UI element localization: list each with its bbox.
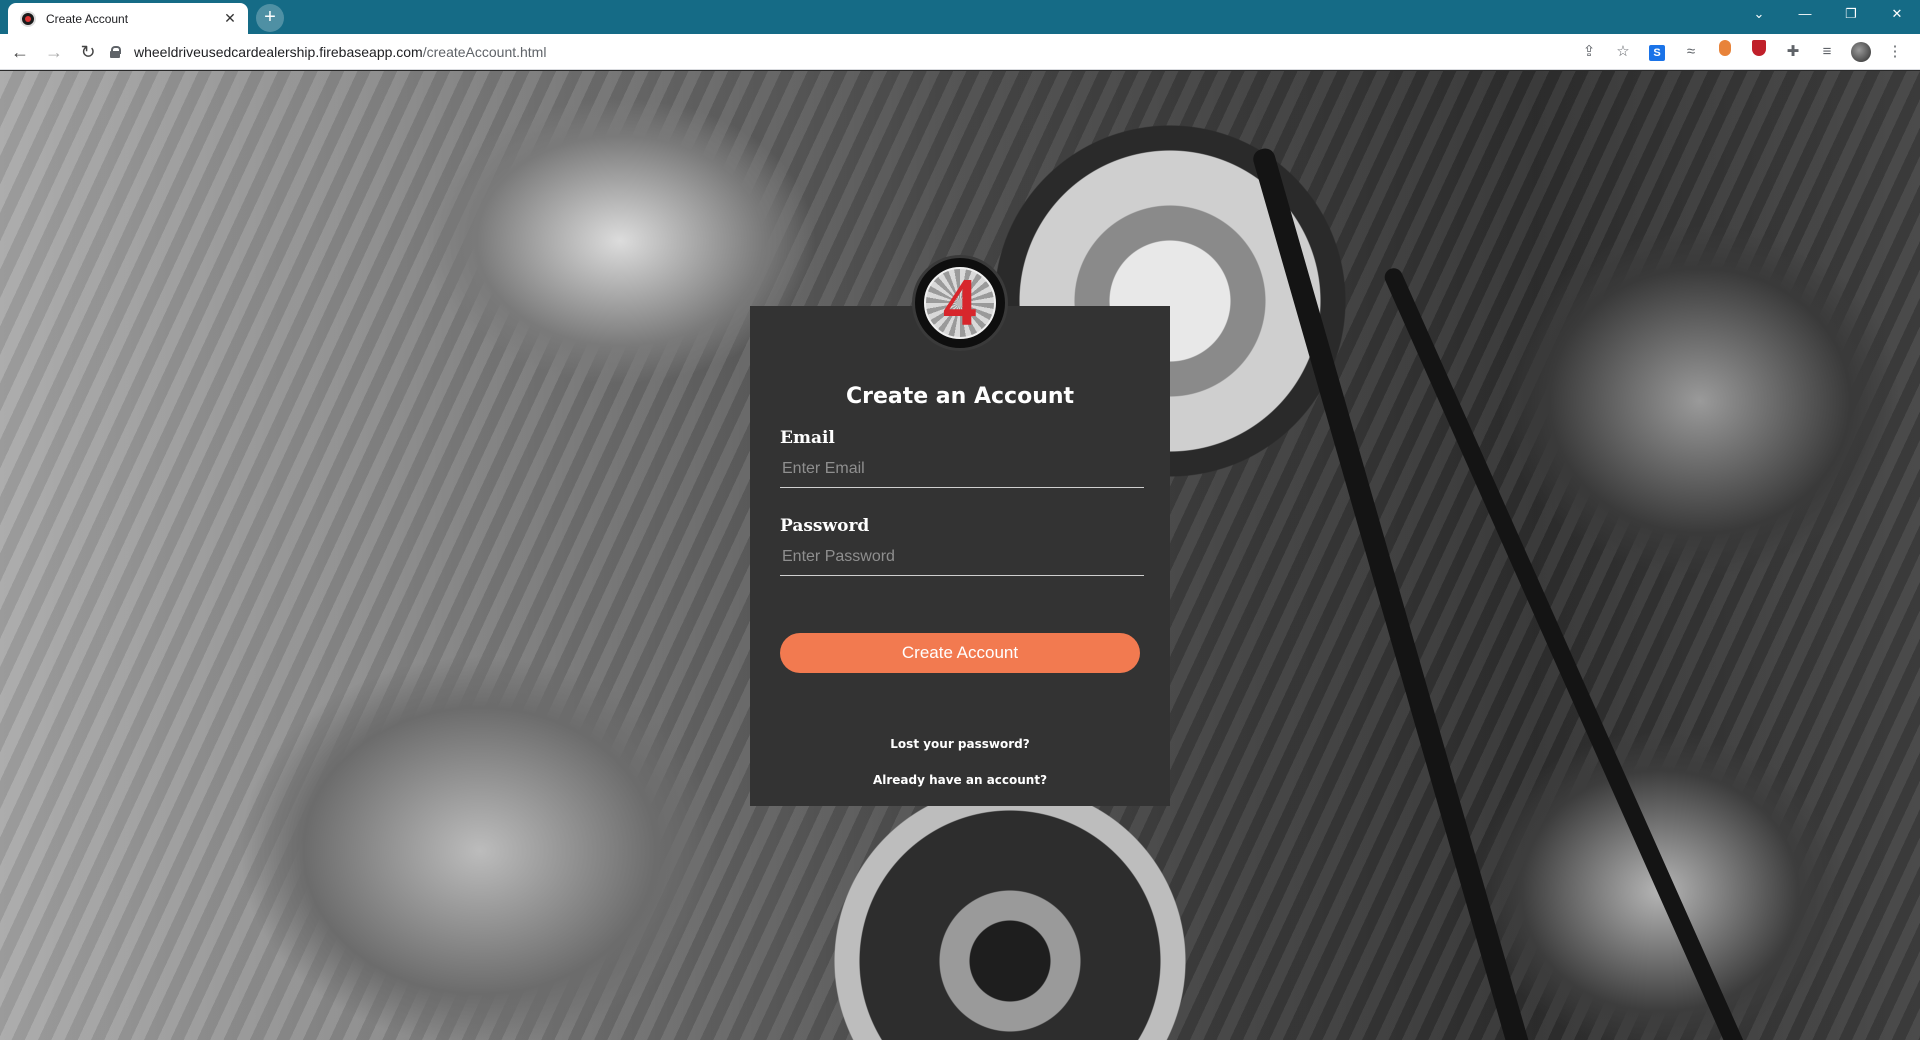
email-label: Email [780,428,835,448]
password-label: Password [780,516,870,536]
close-window-button[interactable]: ✕ [1874,0,1920,28]
logo-number: 4 [943,264,977,340]
new-tab-button[interactable]: + [256,4,284,32]
tab-title: Create Account [46,11,129,26]
tab-strip: Create Account ✕ + ⌄ — ❐ ✕ [0,0,1920,34]
extension-orange-icon[interactable] [1708,38,1742,66]
browser-toolbar: ← → ↻ wheeldriveusedcardealership.fireba… [0,34,1920,70]
address-bar[interactable]: wheeldriveusedcardealership.firebaseapp.… [110,38,1580,66]
site-favicon-icon [20,10,36,27]
share-icon[interactable]: ⇪ [1572,38,1606,66]
create-account-button[interactable]: Create Account [780,633,1140,673]
lost-password-link[interactable]: Lost your password? [750,737,1170,751]
create-account-card: Create an Account Email Password Create … [750,306,1170,806]
profile-avatar[interactable] [1844,38,1878,66]
restore-button[interactable]: ❐ [1828,0,1874,28]
url-host: wheeldriveusedcardealership.firebaseapp.… [134,44,423,60]
minimize-button[interactable]: — [1782,0,1828,28]
lock-icon[interactable] [110,46,121,58]
extension-shield-icon[interactable] [1742,38,1776,66]
password-field[interactable] [780,538,1144,576]
browser-tab[interactable]: Create Account ✕ [8,3,248,34]
engine-belt-graphic [1381,265,1757,1040]
menu-kebab-icon[interactable]: ⋮ [1878,38,1912,66]
extension-bird-icon[interactable]: ≈ [1674,38,1708,66]
already-have-account-link[interactable]: Already have an account? [750,773,1170,787]
window-controls: ⌄ — ❐ ✕ [1736,0,1920,28]
close-tab-icon[interactable]: ✕ [222,10,238,27]
tab-search-icon[interactable]: ⌄ [1736,0,1782,28]
dealership-logo: 4 [912,255,1008,351]
bookmark-star-icon[interactable]: ☆ [1606,38,1640,66]
form-title: Create an Account [845,384,1075,409]
email-field[interactable] [780,450,1144,488]
reading-list-icon[interactable]: ≡ [1810,38,1844,66]
toolbar-actions: ⇪ ☆ S ≈ ✚ ≡ ⋮ [1572,38,1912,66]
extensions-puzzle-icon[interactable]: ✚ [1776,38,1810,66]
reload-icon[interactable]: ↻ [74,38,102,66]
extension-s-icon[interactable]: S [1640,38,1674,66]
forward-arrow-icon[interactable]: → [40,38,68,66]
url-path: /createAccount.html [422,44,547,60]
back-arrow-icon[interactable]: ← [6,38,34,66]
page-background-engine-image: Create an Account Email Password Create … [0,71,1920,1040]
